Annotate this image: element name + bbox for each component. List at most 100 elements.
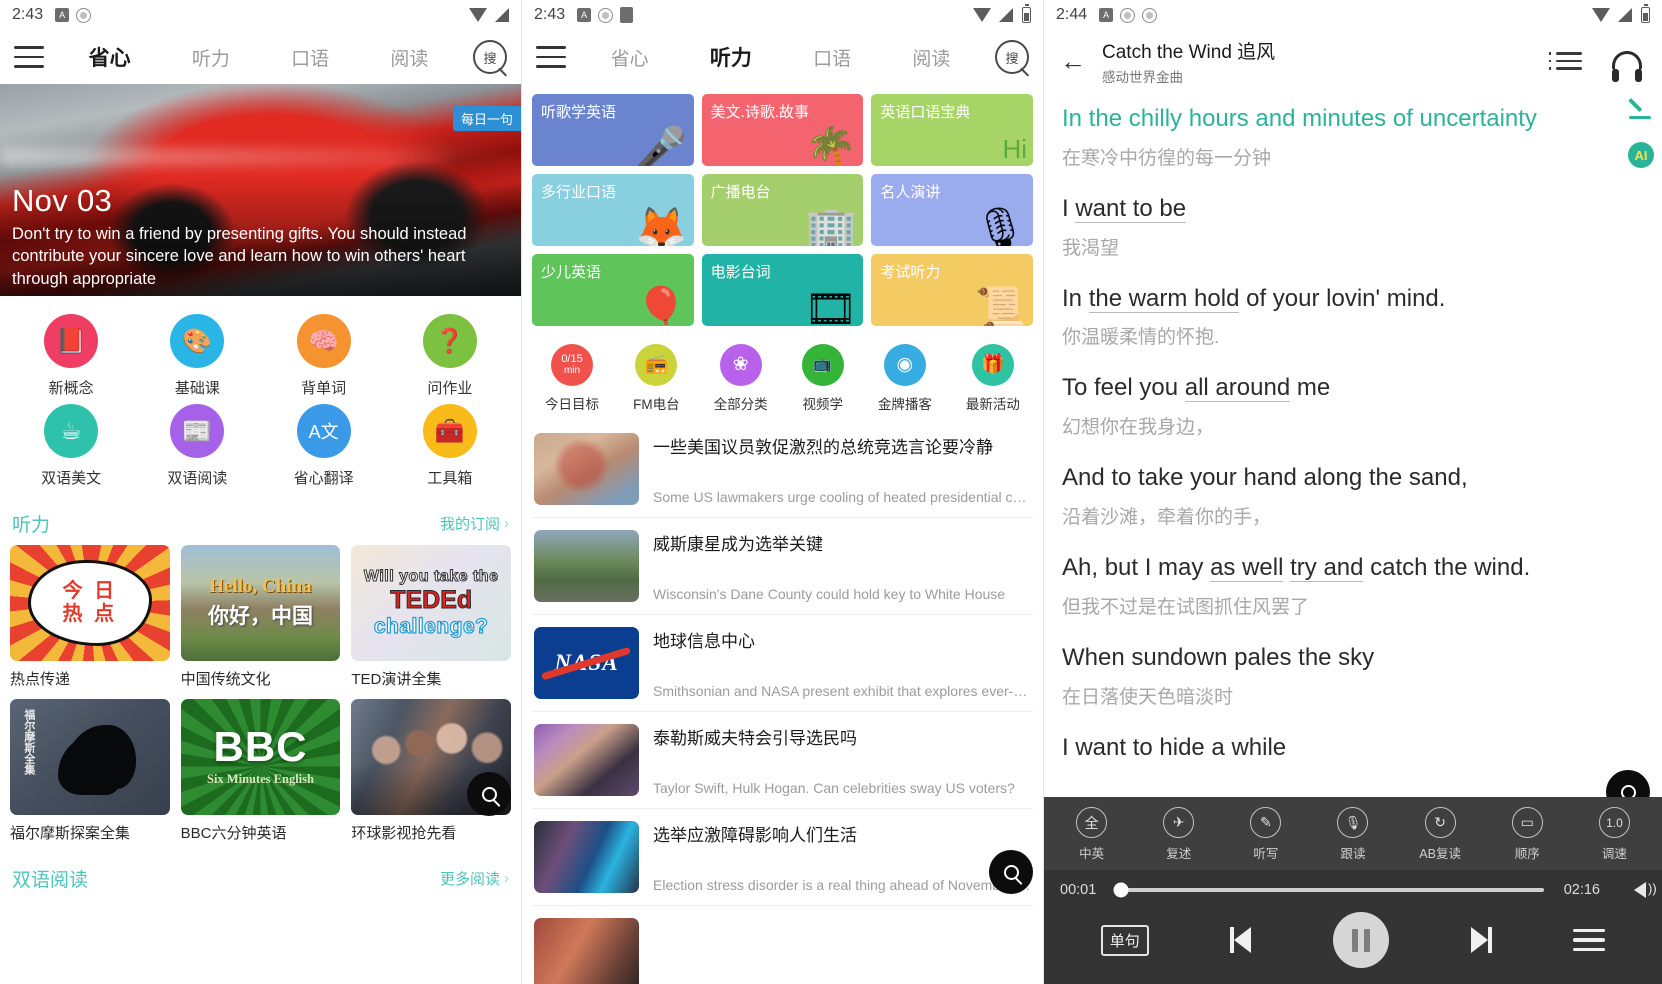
mode-label: 调速 xyxy=(1601,847,1627,861)
tile-radio-station[interactable]: 广播电台 🏢 xyxy=(701,174,864,247)
tile-song-english[interactable]: 听歌学英语 🎤 xyxy=(532,94,694,166)
card-bbc-six-minutes[interactable]: BBC Six Minutes English BBC六分钟英语 xyxy=(180,699,341,843)
shortcut-xingainian[interactable]: 📕 新概念 xyxy=(8,314,134,398)
back-arrow-icon[interactable]: ← xyxy=(1060,48,1086,74)
news-thumbnail xyxy=(534,530,639,602)
lyric-line[interactable]: I want to be 我渴望 xyxy=(1062,192,1640,260)
card-sherlock-holmes[interactable]: 福尔摩斯全集 福尔摩斯探案全集 xyxy=(10,699,170,843)
building-icon: 🏢 xyxy=(805,205,858,247)
playlist-icon[interactable] xyxy=(1549,52,1582,71)
lyric-line[interactable]: Ah, but I may as well try and catch the … xyxy=(1062,551,1640,619)
tile-famous-speech[interactable]: 名人演讲 🎙 xyxy=(871,174,1033,246)
mode-speed[interactable]: 1.0 调速 xyxy=(1571,807,1658,862)
more-reading-link[interactable]: 更多阅读 › xyxy=(440,868,509,889)
shortcut-wenzuoye[interactable]: ❓ 问作业 xyxy=(387,314,513,398)
news-item-partial[interactable] xyxy=(532,906,1033,984)
lyric-line[interactable]: In the chilly hours and minutes of uncer… xyxy=(1062,102,1640,170)
tab-tingli[interactable]: 听力 xyxy=(710,42,752,72)
section-header-reading: 双语阅读 更多阅读 › xyxy=(0,843,521,900)
shortcut-shengxinfanyi[interactable]: A文 省心翻译 xyxy=(261,404,387,488)
repeat-mode-button[interactable]: 单句 xyxy=(1100,924,1149,956)
tile-industry-spoken[interactable]: 多行业口语 🦊 xyxy=(532,174,694,246)
headphone-icon[interactable] xyxy=(1612,51,1642,82)
news-thumbnail xyxy=(534,918,639,984)
next-track-icon[interactable] xyxy=(1470,927,1492,953)
mode-readalong[interactable]: 🎙 跟读 xyxy=(1309,807,1396,862)
news-item[interactable]: 选举应激障碍影响人们生活 Election stress disorder is… xyxy=(532,809,1033,906)
quick-fm-radio[interactable]: 📻 FM电台 xyxy=(633,344,680,413)
news-thumbnail xyxy=(534,433,639,505)
previous-track-icon[interactable] xyxy=(1230,927,1252,953)
lyric-line[interactable]: In the warm hold of your lovin' mind. 你温… xyxy=(1062,282,1640,350)
tile-exam-listening[interactable]: 考试听力 📜 xyxy=(871,254,1033,326)
burst-line2: 热 点 xyxy=(62,602,118,625)
news-item[interactable]: 一些美国议员敦促激烈的总统竞选言论要冷静 Some US lawmakers u… xyxy=(532,421,1033,518)
pause-icon[interactable] xyxy=(1333,912,1389,968)
hamburger-icon[interactable] xyxy=(536,46,566,68)
news-subtitle: Election stress disorder is a real thing… xyxy=(653,877,1031,893)
my-subscriptions-link[interactable]: 我的订阅 › xyxy=(440,513,509,534)
quick-gold-podcast[interactable]: ◉ 金牌播客 xyxy=(878,344,932,413)
quick-daily-goal[interactable]: 0/15 min 今日目标 xyxy=(545,344,599,413)
tile-prose-poetry[interactable]: 美文.诗歌.故事 🌴 xyxy=(701,94,864,166)
tab-kouyu[interactable]: 口语 xyxy=(813,44,851,71)
wifi-icon xyxy=(1592,8,1610,22)
tab-yuedu[interactable]: 阅读 xyxy=(390,44,428,71)
news-list: 一些美国议员敦促激烈的总统竞选言论要冷静 Some US lawmakers u… xyxy=(522,421,1043,984)
lyric-line[interactable]: And to take your hand along the sand, 沿着… xyxy=(1062,461,1640,529)
tab-shengxin[interactable]: 省心 xyxy=(89,42,131,72)
tile-spoken-handbook[interactable]: 英语口语宝典 Hi xyxy=(871,94,1033,166)
progress-slider[interactable] xyxy=(1113,882,1544,898)
card-hot-topic[interactable]: 今 日 热 点 热点传递 xyxy=(10,545,170,689)
shortcut-beidanci[interactable]: 🧠 背单词 xyxy=(261,314,387,398)
thumb-vertical-title: 福尔摩斯全集 xyxy=(22,709,35,775)
quick-video-learn[interactable]: 📺 视频学 xyxy=(801,344,844,413)
mode-dictation[interactable]: ✎ 听写 xyxy=(1222,807,1309,862)
shortcut-shuangyumeiwen[interactable]: ☕ 双语美文 xyxy=(8,404,134,488)
news-title: 威斯康星成为选举关键 xyxy=(653,535,823,554)
player-progress-row: 00:01 02:16 xyxy=(1044,870,1662,906)
status-time: 2:43 xyxy=(12,6,44,23)
lyric-line[interactable]: I want to hide a while xyxy=(1062,731,1640,766)
tab-kouyu[interactable]: 口语 xyxy=(291,44,329,71)
daily-quote-banner[interactable]: 每日一句 Nov 03 Don't try to win a friend by… xyxy=(0,84,521,296)
lyrics-panel[interactable]: In the chilly hours and minutes of uncer… xyxy=(1044,92,1662,812)
hamburger-icon[interactable] xyxy=(14,46,44,68)
pen-tool-icon[interactable] xyxy=(1628,96,1652,120)
search-icon[interactable]: 搜 xyxy=(995,40,1029,74)
thumb-line3: challenge? xyxy=(373,614,489,638)
lyric-line[interactable]: When sundown pales the sky 在日落使天色暗淡时 xyxy=(1062,641,1640,709)
search-icon[interactable]: 搜 xyxy=(473,40,507,74)
mode-label: 中英 xyxy=(1079,847,1105,861)
lyric-line[interactable]: To feel you all around me 幻想你在我身边， xyxy=(1062,371,1640,439)
tile-kids-english[interactable]: 少儿英语 🎈 xyxy=(532,254,694,326)
tab-tingli[interactable]: 听力 xyxy=(192,44,230,71)
progress-knob[interactable] xyxy=(1113,882,1129,898)
quick-label: 视频学 xyxy=(802,397,844,412)
shortcut-gongjuxiang[interactable]: 🧰 工具箱 xyxy=(387,404,513,488)
news-item[interactable]: NASA 地球信息中心 Smithsonian and NASA present… xyxy=(532,615,1033,712)
shortcut-shuangyuyuedu[interactable]: 📰 双语阅读 xyxy=(134,404,260,488)
card-ted-talks[interactable]: Will you take the TEDEd challenge? TED演讲… xyxy=(351,545,511,689)
tab-yuedu[interactable]: 阅读 xyxy=(912,44,950,71)
card-chinese-culture[interactable]: Hello, China 你好，中国 中国传统文化 xyxy=(180,545,341,689)
volume-icon[interactable] xyxy=(1634,881,1657,898)
shortcut-jichuke[interactable]: 🎨 基础课 xyxy=(134,314,260,398)
ai-tool-icon[interactable]: AI xyxy=(1628,142,1654,168)
quick-latest-activity[interactable]: 🎁 最新活动 xyxy=(966,344,1020,413)
floating-search-button-left[interactable] xyxy=(467,772,511,816)
news-item[interactable]: 威斯康星成为选举关键 Wisconsin's Dane County could… xyxy=(532,518,1033,615)
microphone-icon: 🎤 xyxy=(635,125,688,167)
quick-all-categories[interactable]: ❀ 全部分类 xyxy=(714,344,768,413)
mode-retell[interactable]: ✈ 复述 xyxy=(1135,807,1222,862)
player-menu-icon[interactable] xyxy=(1573,928,1606,952)
tab-shengxin[interactable]: 省心 xyxy=(611,44,649,71)
mode-order[interactable]: ▭ 顺序 xyxy=(1484,807,1571,862)
news-item[interactable]: 泰勒斯威夫特会引导选民吗 Taylor Swift, Hulk Hogan. C… xyxy=(532,712,1033,809)
tile-movie-lines[interactable]: 电影台词 🎞 xyxy=(701,254,864,326)
floating-search-button-mid[interactable] xyxy=(989,850,1033,894)
mode-bilingual[interactable]: 全 中英 xyxy=(1048,807,1135,862)
card-global-movies[interactable]: 环球影视抢先看 xyxy=(351,699,511,843)
question-cloud-icon: ❓ xyxy=(422,314,477,368)
mode-ab-repeat[interactable]: ↻ AB复读 xyxy=(1397,807,1484,862)
